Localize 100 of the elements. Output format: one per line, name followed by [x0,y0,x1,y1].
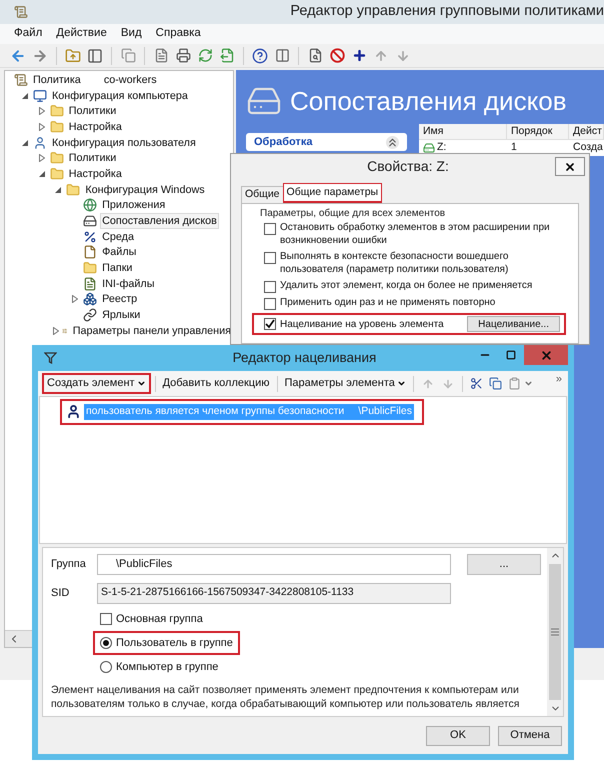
option-label[interactable]: Пользователь в группе [116,634,233,652]
pane-icon[interactable] [87,48,103,64]
expanded-arrow-icon[interactable] [22,140,28,146]
expanded-arrow-icon[interactable] [22,92,28,99]
computer-icon [33,88,47,103]
banner-title: Сопоставления дисков [290,84,567,118]
table-cell-text: 1 [511,140,517,156]
group-title: Параметры, общие для всех элементов [260,207,446,220]
collapsed-arrow-icon[interactable] [38,107,45,116]
toolbar-button[interactable]: Параметры элемента [282,373,409,394]
help-icon[interactable] [252,48,268,64]
stop-icon[interactable] [330,48,344,63]
targeting-button[interactable]: Нацеливание... [467,316,560,332]
caret-icon[interactable] [524,379,533,388]
group-field[interactable]: \PublicFiles [97,554,451,574]
tree-item[interactable]: Среда [100,228,136,245]
collapse-icon[interactable] [386,136,399,148]
overflow-button[interactable]: » [556,371,562,388]
caret-icon [136,379,146,388]
menu-item[interactable]: Справка [156,25,201,43]
collapsed-arrow-icon[interactable] [72,295,78,304]
tree-item[interactable]: Реестр [100,291,140,308]
folder-icon [83,261,98,276]
collapsed-arrow-icon[interactable] [53,326,60,335]
toolbar-button[interactable]: Создать элемент [42,373,151,394]
menu-item[interactable]: Файл [14,25,42,43]
sid-field[interactable]: S-1-5-21-2875166166-1567509347-3422808105-1133 [97,582,451,604]
back-icon[interactable] [10,48,26,64]
pane-icon[interactable] [274,48,290,63]
dialog-button[interactable]: OK [426,726,490,746]
app-icon [14,5,28,19]
checkbox[interactable] [264,318,276,330]
expanded-arrow-icon[interactable] [38,170,45,177]
menu-item[interactable]: Действие [56,25,107,43]
copy-icon[interactable] [488,377,502,390]
column-header[interactable]: Дейст [569,124,604,139]
expanded-arrow-icon[interactable] [55,186,62,193]
tree-item[interactable]: Конфигурация компьютера [50,88,190,104]
tree-item[interactable]: Конфигурация Windows [83,182,207,198]
option-label[interactable]: Удалить этот элемент, когда он более не применяется [280,279,560,292]
tree-item[interactable]: Настройка [66,118,124,135]
cut-icon[interactable] [470,377,483,390]
collapsed-arrow-icon[interactable] [38,154,45,162]
collapsed-arrow-icon[interactable] [38,122,45,131]
tree-item[interactable]: Политики [66,150,118,166]
checkbox[interactable] [100,613,112,625]
tab[interactable]: Общие параметры [282,183,382,203]
document-icon[interactable] [308,48,322,63]
folder-icon [50,120,64,134]
description-text: Элемент нацеливания на сайт позволяет применять элемент предпочтения к компьютерам или пользователям только в случае, когда обрабатывающий компьютер или пользователь является [51,683,520,711]
radio-button[interactable] [100,637,112,649]
checkbox[interactable] [264,281,276,293]
user-group-icon [66,404,81,420]
export-icon[interactable] [220,48,234,63]
tree-item[interactable]: Приложения [100,197,168,214]
option-label[interactable]: Основная группа [116,610,203,628]
tab[interactable]: Общие [241,186,283,203]
option-label[interactable]: Нацеливание на уровень элемента [280,316,444,332]
scroll-thumb[interactable] [549,564,561,700]
toolbar-button[interactable]: Добавить коллекцию [160,373,273,394]
folder-up-icon[interactable] [65,48,81,64]
tree-item[interactable]: Папки [100,260,134,276]
browse-button[interactable]: ... [467,554,541,574]
document-icon [83,276,98,291]
refresh-icon[interactable] [198,48,212,63]
checkbox[interactable] [264,298,276,310]
policy-name: co-workers [104,72,157,88]
column-header[interactable]: Имя [419,124,507,139]
checkbox[interactable] [264,223,276,235]
tree-item[interactable]: Конфигурация пользователя [50,134,198,151]
vertical-scrollbar[interactable] [547,548,563,716]
tree-item[interactable]: Политики [66,103,118,120]
option-label[interactable]: Применить один раз и не применять повторно [280,296,560,309]
paste-icon[interactable] [508,377,521,390]
radio-button[interactable] [100,661,112,673]
cubes-icon [83,292,98,306]
printer-icon[interactable] [176,48,190,63]
table-cell-text: Созда [573,140,603,156]
option-label[interactable]: Остановить обработку элементов в этом расширении при возникновении ошибки [280,221,560,247]
dialog-button[interactable]: Отмена [498,726,562,746]
tree-item[interactable]: Настройка [66,166,124,182]
dialog-title: Свойства: Z: [366,157,450,176]
option-label[interactable]: Выполнять в контексте безопасности вошедшего пользователя (параметр политики пользователя) [280,250,560,276]
column-header[interactable]: Порядок [507,124,569,139]
document-icon[interactable] [154,48,168,63]
tree-item[interactable]: Политика [31,72,83,88]
close-button[interactable] [555,157,585,176]
folder-icon [50,151,64,166]
tree-item[interactable]: Сопоставления дисков [100,213,219,230]
menu-item[interactable]: Вид [120,25,142,43]
plus-icon[interactable] [352,48,366,63]
tree-item[interactable]: Файлы [100,244,138,260]
checkbox[interactable] [264,252,276,264]
filter-icon [44,352,57,364]
tree-item[interactable]: INI-файлы [100,276,156,292]
tree-item[interactable]: Ярлыки [100,307,142,324]
close-icon [564,160,576,172]
option-label[interactable]: Компьютер в группе [116,658,218,676]
tree-item[interactable]: Параметры панели управления [70,322,233,339]
forward-icon[interactable] [32,48,48,64]
